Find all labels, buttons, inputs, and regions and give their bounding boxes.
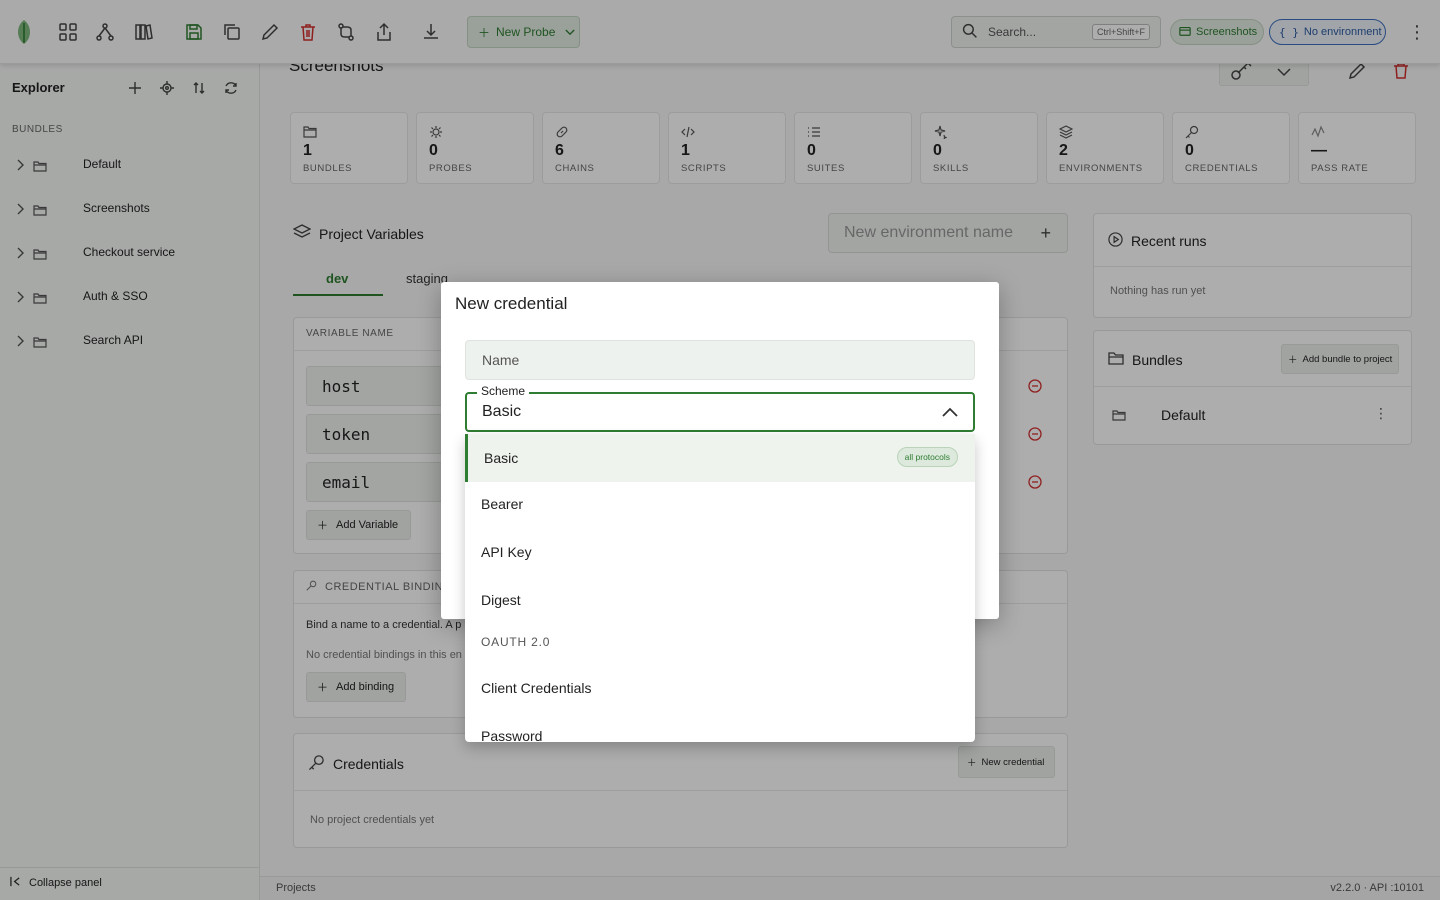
option-label: Password: [481, 728, 543, 742]
oauth-group-label: OAUTH 2.0: [481, 635, 551, 649]
scheme-option-api-key[interactable]: API Key: [465, 528, 975, 576]
option-label: Client Credentials: [481, 680, 592, 696]
dialog-title: New credential: [455, 294, 568, 313]
scheme-dropdown-menu: Basic all protocols Bearer API Key Diges…: [465, 434, 975, 742]
name-placeholder: Name: [482, 352, 520, 368]
scheme-label: Scheme: [477, 384, 530, 398]
scheme-option-client-credentials[interactable]: Client Credentials: [465, 664, 975, 712]
option-label: Bearer: [481, 496, 524, 512]
option-label: API Key: [481, 544, 532, 560]
scheme-option-basic[interactable]: Basic all protocols: [465, 434, 975, 482]
scheme-option-bearer[interactable]: Bearer: [465, 480, 975, 528]
scheme-value: Basic: [482, 403, 522, 420]
scheme-select[interactable]: Basic: [465, 392, 975, 432]
scheme-option-digest[interactable]: Digest: [465, 576, 975, 624]
option-label: Digest: [481, 592, 521, 608]
option-label: Basic: [484, 450, 519, 466]
credential-name-input[interactable]: Name: [465, 340, 975, 380]
all-protocols-badge: all protocols: [896, 447, 958, 467]
scheme-option-password[interactable]: Password: [465, 712, 975, 742]
chevron-up-icon: [942, 407, 958, 417]
